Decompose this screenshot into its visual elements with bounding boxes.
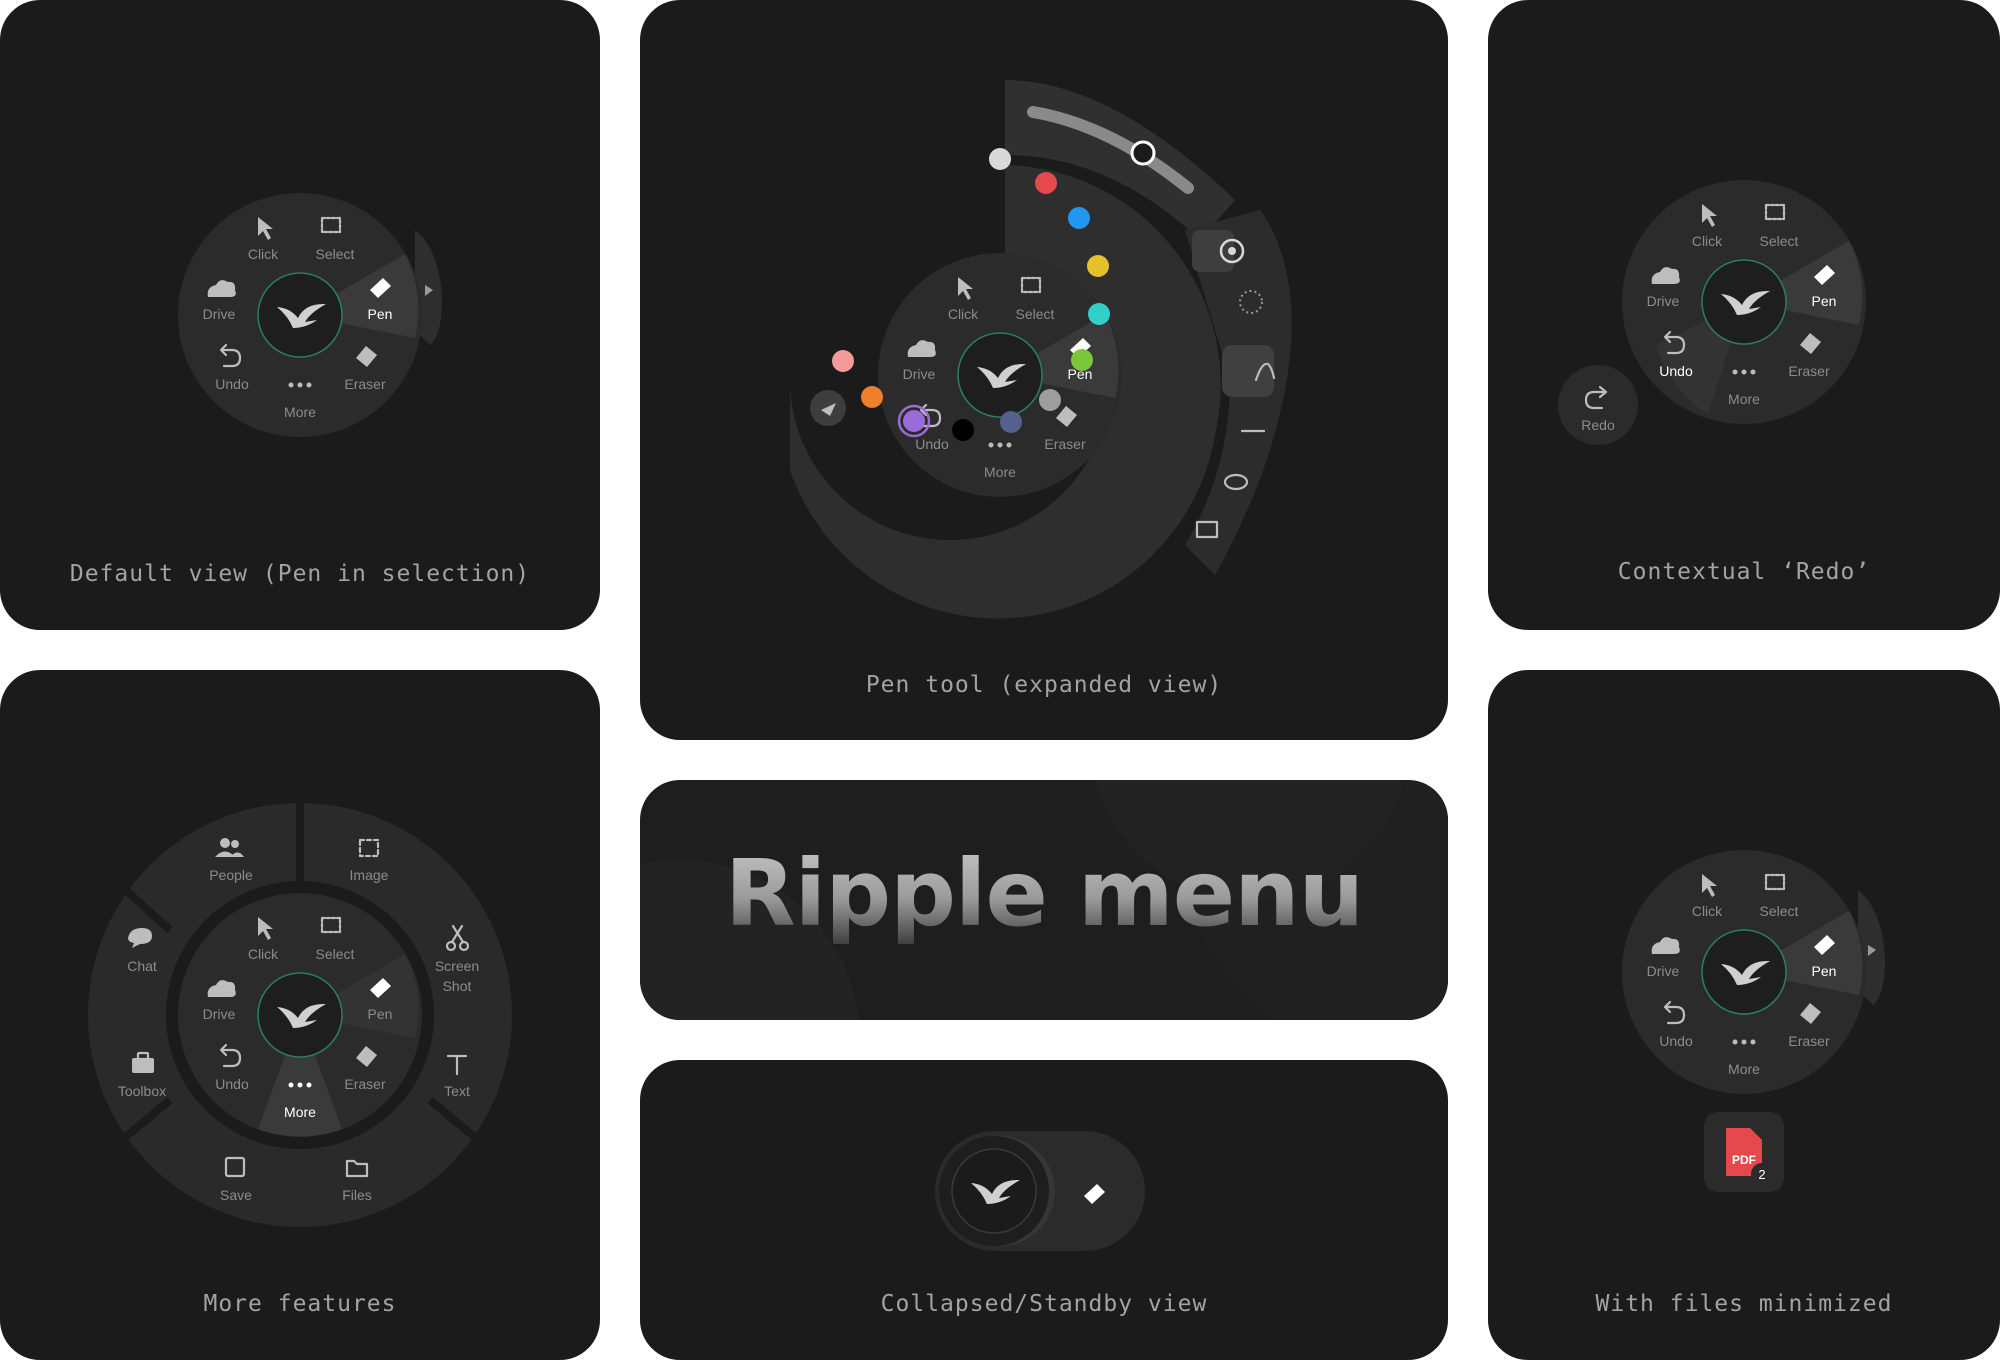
card-collapsed: Collapsed/Standby view [640, 1060, 1448, 1360]
toolbox-icon[interactable] [132, 1058, 154, 1073]
more-label: More [1728, 1061, 1760, 1077]
ripple-menu-files: Click Select Drive Pen Undo Eraser More … [1622, 850, 1885, 1192]
select-label: Select [1016, 306, 1055, 322]
undo-label: Undo [1659, 1033, 1693, 1049]
redo-label: Redo [1581, 417, 1615, 433]
image-label: Image [350, 867, 389, 883]
color-swatch[interactable] [1087, 255, 1109, 277]
color-swatch[interactable] [903, 410, 925, 432]
card-files-minimized: Click Select Drive Pen Undo Eraser More … [1488, 670, 2000, 1360]
page-title: Ripple menu [640, 840, 1448, 947]
eraser-label: Eraser [1044, 436, 1086, 452]
card-default-view: Click Select Drive Pen Undo Eraser More … [0, 0, 600, 630]
click-label: Click [248, 246, 279, 262]
more-label: More [984, 464, 1016, 480]
more-label: More [284, 1104, 316, 1120]
color-swatch[interactable] [952, 419, 974, 441]
color-swatch[interactable] [1088, 303, 1110, 325]
color-swatch[interactable] [1068, 207, 1090, 229]
card-redo: Redo Click Select Drive Pen Undo Eraser … [1488, 0, 2000, 630]
people-label: People [209, 867, 253, 883]
redo-button[interactable] [1558, 365, 1638, 445]
select-label: Select [316, 246, 355, 262]
select-label: Select [1760, 233, 1799, 249]
color-swatch[interactable] [1000, 411, 1022, 433]
more-dots-icon[interactable] [288, 1082, 294, 1088]
card-pen-expanded: Click Select Drive Pen Undo Eraser More … [640, 0, 1448, 740]
file-count: 2 [1758, 1167, 1765, 1182]
color-swatch[interactable] [1071, 349, 1093, 371]
drive-label: Drive [1647, 963, 1680, 979]
select-label: Select [316, 946, 355, 962]
pen-label: Pen [1812, 293, 1837, 309]
drive-label: Drive [1647, 293, 1680, 309]
ripple-menu-more-features: People Image Chat Screen Shot Toolbox Te… [88, 800, 512, 1227]
caption-redo: Contextual ‘Redo’ [1617, 559, 1871, 585]
color-swatch[interactable] [861, 386, 883, 408]
drive-label: Drive [203, 1006, 236, 1022]
screen-shot-label-line2: Shot [443, 978, 472, 994]
ripple-menu-default: Click Select Drive Pen Undo Eraser More [178, 193, 442, 437]
save-label: Save [220, 1187, 252, 1203]
eraser-label: Eraser [1788, 1033, 1830, 1049]
caption-pen-expanded: Pen tool (expanded view) [865, 672, 1223, 698]
click-label: Click [1692, 903, 1723, 919]
pen-label: Pen [1812, 963, 1837, 979]
pdf-label: PDF [1732, 1153, 1756, 1167]
select-label: Select [1760, 903, 1799, 919]
click-label: Click [948, 306, 979, 322]
text-label: Text [444, 1083, 470, 1099]
more-label: More [1728, 391, 1760, 407]
click-label: Click [1692, 233, 1723, 249]
ripple-menu-redo: Redo Click Select Drive Pen Undo Eraser … [1558, 180, 1866, 445]
undo-label: Undo [215, 1076, 249, 1092]
screen-shot-label: Screen [435, 958, 479, 974]
caption-collapsed: Collapsed/Standby view [880, 1291, 1208, 1317]
more-dots-icon[interactable] [988, 442, 994, 448]
chat-label: Chat [127, 958, 157, 974]
eraser-label: Eraser [344, 376, 386, 392]
more-dots-icon[interactable] [288, 382, 294, 388]
undo-label: Undo [1659, 363, 1693, 379]
undo-label: Undo [215, 376, 249, 392]
color-swatch[interactable] [1035, 172, 1057, 194]
eraser-label: Eraser [344, 1076, 386, 1092]
card-more-features: People Image Chat Screen Shot Toolbox Te… [0, 670, 600, 1360]
ripple-menu-pen-expanded: Click Select Drive Pen Undo Eraser More [790, 80, 1292, 619]
undo-label: Undo [915, 436, 949, 452]
click-label: Click [248, 946, 279, 962]
people-icon[interactable] [220, 838, 230, 848]
drive-label: Drive [903, 366, 936, 382]
color-swatch[interactable] [832, 350, 854, 372]
more-dots-icon[interactable] [1732, 1039, 1738, 1045]
color-swatch[interactable] [1039, 389, 1061, 411]
eraser-label: Eraser [1788, 363, 1830, 379]
more-dots-icon[interactable] [1732, 369, 1738, 375]
pen-label: Pen [368, 1006, 393, 1022]
caption-files: With files minimized [1595, 1291, 1893, 1317]
color-swatch[interactable] [989, 148, 1011, 170]
caption-default: Default view (Pen in selection) [69, 561, 531, 587]
pen-label: Pen [368, 306, 393, 322]
slider-handle[interactable] [1130, 140, 1156, 166]
caption-more: More features [203, 1291, 397, 1317]
toolbox-label: Toolbox [118, 1083, 166, 1099]
drive-label: Drive [203, 306, 236, 322]
files-label: Files [342, 1187, 372, 1203]
more-label: More [284, 404, 316, 420]
card-title: Ripple menu [640, 780, 1448, 1020]
